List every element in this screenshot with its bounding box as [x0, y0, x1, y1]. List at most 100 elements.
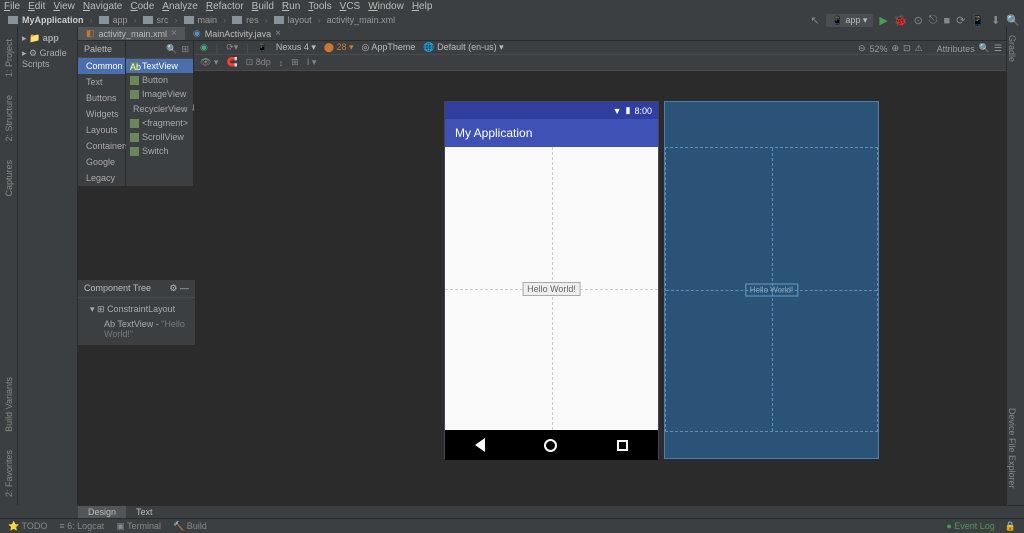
eye-icon[interactable]: 👁 ▾ [200, 57, 218, 68]
status-terminal[interactable]: ▣ Terminal [116, 521, 161, 532]
tool-gradle[interactable]: Gradle [1007, 35, 1017, 62]
textview-widget[interactable]: Hello World! [522, 282, 581, 296]
tool-device-explorer[interactable]: Device File Explorer [1007, 408, 1017, 489]
tab-mainactivity[interactable]: ◉ MainActivity.java × [185, 27, 289, 40]
tab-text[interactable]: Text [126, 506, 163, 518]
close-icon[interactable]: × [275, 28, 281, 39]
pack-icon[interactable]: ↕ [279, 58, 284, 68]
search-icon[interactable]: 🔍 [166, 44, 177, 55]
design-mode-icon[interactable]: ◉ [200, 42, 208, 53]
menu-navigate[interactable]: Navigate [83, 1, 122, 12]
run-config-selector[interactable]: 📱 app ▾ [826, 14, 874, 27]
palette-cat-containers[interactable]: Containers [78, 138, 125, 154]
tree-child-node[interactable]: Ab TextView - "Hello World!" [82, 317, 191, 341]
breadcrumb-item[interactable]: layout [288, 15, 312, 25]
menu-code[interactable]: Code [130, 1, 154, 12]
widget-recyclerview[interactable]: RecyclerView⬇ [126, 101, 193, 116]
project-node-app[interactable]: ▸ 📁 app [22, 31, 73, 46]
sdk-icon[interactable]: ⬇ [991, 14, 1000, 27]
tool-project[interactable]: 1: Project [4, 39, 14, 77]
menu-build[interactable]: Build [252, 1, 274, 12]
zoom-in-icon[interactable]: ⊕ [892, 43, 900, 54]
menu-edit[interactable]: Edit [28, 1, 45, 12]
run-icon[interactable]: ▶ [879, 14, 887, 27]
align-icon[interactable]: ⊞ [291, 57, 299, 68]
back-icon[interactable]: ↖ [810, 14, 819, 27]
palette-cat-layouts[interactable]: Layouts [78, 122, 125, 138]
magnet-icon[interactable]: 🧲 [226, 57, 237, 68]
widget-scrollview[interactable]: ScrollView [126, 130, 193, 144]
device-selector[interactable]: Nexus 4 ▾ [276, 42, 316, 53]
menu-file[interactable]: File [4, 1, 20, 12]
menu-window[interactable]: Window [368, 1, 404, 12]
guidelines-icon[interactable]: Ⅰ ▾ [307, 57, 317, 68]
status-todo[interactable]: ⭐ TODO [8, 521, 47, 532]
tool-structure[interactable]: 2: Structure [4, 95, 14, 142]
status-build[interactable]: 🔨 Build [173, 521, 207, 532]
zoom-out-icon[interactable]: ⊖ [858, 43, 866, 54]
margin-selector[interactable]: ⊡ 8dp [246, 57, 271, 68]
search-icon[interactable]: 🔍 [979, 43, 990, 54]
textview-widget-blueprint[interactable]: Hello World! [745, 283, 798, 296]
widget-fragment[interactable]: <fragment> [126, 116, 193, 130]
widget-button[interactable]: Button [126, 73, 193, 87]
stop-icon[interactable]: ■ [944, 15, 951, 27]
palette-cat-google[interactable]: Google [78, 154, 125, 170]
design-canvas[interactable]: ▼ ▮ 8:00 My Application Hello World! [194, 71, 1024, 505]
minimize-icon[interactable]: — [180, 283, 189, 293]
designer-area: ◉| ⟳▾| 📱 Nexus 4 ▾ ⬤ 28 ▾ ◎ AppTheme 🌐 D… [194, 41, 1024, 505]
blueprint-content[interactable]: Hello World! [665, 147, 878, 432]
menu-vcs[interactable]: VCS [340, 1, 361, 12]
widget-switch[interactable]: Switch [126, 144, 193, 158]
tool-captures[interactable]: Captures [4, 160, 14, 197]
breadcrumb-item[interactable]: src [157, 15, 169, 25]
attributes-label[interactable]: Attributes [937, 44, 975, 54]
search-icon[interactable]: 🔍 [1006, 14, 1020, 27]
theme-selector[interactable]: ◎ AppTheme [362, 42, 416, 53]
lock-icon[interactable]: 🔒 [1005, 521, 1016, 532]
event-log[interactable]: ● Event Log [946, 521, 994, 532]
filter-icon[interactable]: ☰ [994, 43, 1002, 54]
palette-cat-common[interactable]: Common [78, 58, 125, 74]
orientation-icon[interactable]: ⟳▾ [226, 42, 238, 53]
profile-icon[interactable]: ⊙ [914, 14, 923, 27]
menu-view[interactable]: View [53, 1, 75, 12]
sync-icon[interactable]: ⟳ [956, 14, 965, 27]
locale-selector[interactable]: 🌐 Default (en-us) ▾ [423, 42, 503, 53]
menu-refactor[interactable]: Refactor [206, 1, 244, 12]
zoom-fit-icon[interactable]: ⊡ [903, 43, 911, 54]
tool-build-variants[interactable]: Build Variants [4, 377, 14, 432]
project-node-gradle[interactable]: ▸ ⚙ Gradle Scripts [22, 46, 73, 71]
attach-icon[interactable]: ⎋ [929, 14, 938, 27]
tab-design[interactable]: Design [78, 506, 126, 518]
tab-activity-main[interactable]: ◧ activity_main.xml × [78, 27, 185, 40]
tool-favorites[interactable]: 2: Favorites [4, 450, 14, 497]
breadcrumb-item[interactable]: app [113, 15, 128, 25]
widget-textview[interactable]: AbTextView [126, 59, 193, 73]
phone-content[interactable]: Hello World! [445, 147, 658, 430]
breadcrumb-item[interactable]: activity_main.xml [327, 15, 396, 25]
menu-tools[interactable]: Tools [308, 1, 331, 12]
tree-root-node[interactable]: ▾ ⊞ ConstraintLayout [82, 302, 191, 317]
breadcrumb-item[interactable]: main [198, 15, 218, 25]
avd-icon[interactable]: 📱 [971, 14, 985, 27]
filter-icon[interactable]: ⊞ [181, 44, 189, 55]
debug-icon[interactable]: 🐞 [894, 14, 908, 27]
palette-cat-text[interactable]: Text [78, 74, 125, 90]
palette-cat-buttons[interactable]: Buttons [78, 90, 125, 106]
warning-icon[interactable]: ⚠ [915, 43, 923, 54]
palette-cat-widgets[interactable]: Widgets [78, 106, 125, 122]
breadcrumb-item[interactable]: res [246, 15, 259, 25]
palette-cat-legacy[interactable]: Legacy [78, 170, 125, 186]
menu-run[interactable]: Run [282, 1, 300, 12]
close-icon[interactable]: × [171, 28, 177, 39]
button-icon [130, 76, 139, 85]
status-logcat[interactable]: ≡ 6: Logcat [59, 521, 104, 531]
gear-icon[interactable]: ⚙ [169, 283, 177, 293]
api-selector[interactable]: ⬤ 28 ▾ [324, 42, 354, 53]
breadcrumb-item[interactable]: MyApplication [22, 15, 84, 25]
phone-preview: ▼ ▮ 8:00 My Application Hello World! [444, 101, 659, 459]
menu-help[interactable]: Help [412, 1, 433, 12]
widget-imageview[interactable]: ImageView [126, 87, 193, 101]
menu-analyze[interactable]: Analyze [162, 1, 198, 12]
